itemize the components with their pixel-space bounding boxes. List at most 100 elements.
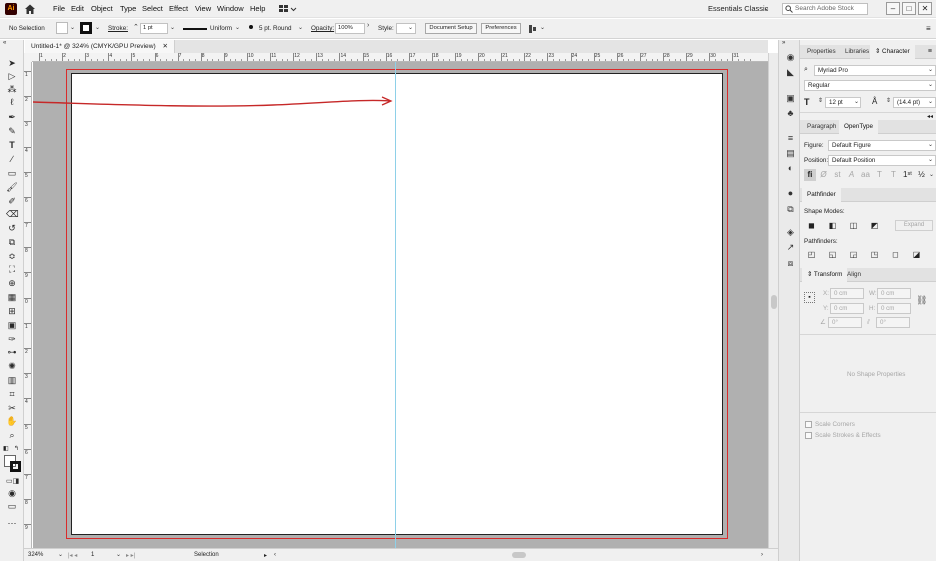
leading-dropdown-icon[interactable]: ⌄ [928, 98, 933, 105]
color-panel-icon[interactable]: ● [785, 188, 796, 199]
stylistic-alternates-icon[interactable]: aa [860, 170, 871, 180]
menu-window[interactable]: Window [217, 4, 244, 13]
zoom-level[interactable]: 324% [28, 552, 43, 558]
arrange-documents-icon[interactable] [279, 4, 297, 14]
crop-icon[interactable]: ◳ [869, 250, 880, 260]
figure-dropdown-icon[interactable]: ⌄ [928, 141, 933, 148]
menu-effect[interactable]: Effect [169, 4, 188, 13]
expand-button[interactable]: Expand [895, 220, 933, 231]
discretionary-ligatures-icon[interactable]: st [832, 170, 843, 180]
outline-icon[interactable]: ◻ [890, 250, 901, 260]
font-size-stepper-icon[interactable]: ⇕ [818, 97, 823, 104]
divide-icon[interactable]: ◰ [806, 250, 817, 260]
stock-search-input[interactable]: Search Adobe Stock [782, 3, 868, 15]
trim-icon[interactable]: ◱ [827, 250, 838, 260]
color-mode-icons[interactable]: ▭◨ [6, 476, 19, 487]
rotate-angle-field[interactable]: 0° [828, 317, 862, 328]
minus-back-icon[interactable]: ◪ [911, 250, 922, 260]
vertical-guide[interactable] [395, 62, 396, 548]
draw-mode-icon[interactable]: ◉ [6, 488, 18, 499]
opacity-field[interactable]: 100% [335, 23, 365, 34]
ordinals-icon[interactable]: 1ˢᵗ [902, 170, 913, 180]
paintbrush-tool-icon[interactable]: 🖌 [6, 182, 18, 193]
screen-mode-icon[interactable]: ▭ [6, 501, 18, 512]
links-icon[interactable]: ⧈ [785, 258, 796, 269]
shear-field[interactable]: 0° [876, 317, 910, 328]
menu-select[interactable]: Select [142, 4, 163, 13]
blend-tool-icon[interactable]: ⊶ [6, 347, 18, 358]
brush-dropdown-icon[interactable]: ⌄ [298, 24, 303, 31]
hand-tool-icon[interactable]: ✋ [6, 416, 18, 427]
next-artboard-icon[interactable]: ▸ ▸| [126, 552, 135, 559]
opentype-more-icon[interactable]: ⌄ [929, 171, 934, 178]
merge-icon[interactable]: ◲ [848, 250, 859, 260]
profile-dropdown-icon[interactable]: ⌄ [235, 24, 240, 31]
close-document-icon[interactable]: ✕ [162, 40, 168, 53]
collapse-panels-icon[interactable]: ◂◂ [927, 113, 933, 120]
arrange-dropdown-icon[interactable]: ⌄ [540, 24, 545, 31]
exclude-icon[interactable]: ◩ [869, 221, 880, 231]
titling-alternates-icon[interactable]: T [874, 170, 885, 180]
rectangle-tool-icon[interactable]: ▭ [6, 168, 18, 179]
selection-tool-icon[interactable]: ➤ [6, 58, 18, 69]
stroke-profile[interactable]: Uniform [210, 25, 232, 32]
width-tool-icon[interactable]: ≎ [6, 251, 18, 262]
font-style-dropdown-icon[interactable]: ⌄ [928, 81, 933, 88]
tab-pathfinder[interactable]: Pathfinder [802, 188, 841, 202]
column-graph-tool-icon[interactable]: ▥ [6, 375, 18, 386]
vertical-scroll-thumb[interactable] [771, 295, 777, 309]
type-tool-icon[interactable]: T [6, 140, 18, 151]
swash-icon[interactable]: A [846, 170, 857, 180]
gradient-panel-icon[interactable]: ▤ [785, 148, 796, 159]
transparency-icon[interactable]: ◐ [785, 163, 796, 174]
scroll-right-icon[interactable]: › [761, 552, 763, 558]
stroke-weight-dropdown-icon[interactable]: ⌄ [170, 24, 175, 31]
workspace-switcher[interactable]: Essentials Classic [708, 4, 768, 13]
zoom-tool-icon[interactable]: ⌕ [6, 430, 18, 441]
toolbar-collapse-icon[interactable]: « [3, 40, 6, 46]
unite-icon[interactable]: ◼ [806, 221, 817, 231]
home-icon[interactable] [24, 3, 36, 15]
curvature-tool-icon[interactable]: ✎ [6, 126, 18, 137]
menu-view[interactable]: View [195, 4, 211, 13]
eyedropper-tool-icon[interactable]: ✑ [6, 334, 18, 345]
font-size-dropdown-icon[interactable]: ⌄ [854, 98, 859, 105]
fractions-icon[interactable]: ½ [916, 170, 927, 180]
pen-tool-icon[interactable]: ✒ [6, 112, 18, 123]
x-field[interactable]: 0 cm [830, 288, 864, 299]
zoom-dropdown-icon[interactable]: ⌄ [58, 551, 63, 558]
maximize-button[interactable]: □ [902, 2, 916, 15]
lasso-tool-icon[interactable]: ℓ [6, 97, 18, 108]
y-field[interactable]: 0 cm [830, 303, 864, 314]
leading-stepper-icon[interactable]: ⇕ [886, 97, 891, 104]
eraser-tool-icon[interactable]: ⌫ [6, 209, 19, 220]
close-button[interactable]: ✕ [918, 2, 932, 15]
perspective-grid-tool-icon[interactable]: ▦ [6, 292, 18, 303]
stroke-label[interactable]: Stroke: [108, 25, 128, 32]
free-transform-tool-icon[interactable]: ⛶ [6, 264, 18, 275]
layers-icon[interactable]: ◈ [785, 227, 796, 238]
tab-character[interactable]: ⇕ Character [870, 45, 915, 59]
stroke-stepper-icon[interactable]: ⌃ [133, 23, 139, 31]
scroll-left-icon[interactable]: ‹ [274, 552, 276, 558]
titling-icon[interactable]: T [888, 170, 899, 180]
tab-align[interactable]: Align [842, 268, 866, 282]
artboard-tool-icon[interactable]: ⌗ [6, 389, 18, 400]
stroke-swatch[interactable] [80, 22, 92, 34]
font-family-field[interactable]: Myriad Pro [814, 65, 936, 76]
default-colors-icon[interactable]: ◧ [3, 445, 9, 452]
stroke-color-swatch[interactable] [10, 461, 21, 472]
scale-corners-checkbox[interactable] [805, 421, 812, 428]
vertical-ruler[interactable]: 1 2 3 4 5 6 7 8 9 0 1 2 3 4 5 6 7 8 9 [24, 62, 32, 548]
character-panel-menu-icon[interactable]: ≡ [928, 48, 932, 55]
position-select[interactable]: Default Position [828, 155, 936, 166]
scale-tool-icon[interactable]: ⧉ [6, 237, 18, 248]
menu-object[interactable]: Object [91, 4, 113, 13]
red-arrow-stroke[interactable] [33, 94, 403, 110]
symbols-icon[interactable]: ♣ [785, 108, 796, 119]
brushes-icon[interactable]: ◣ [785, 67, 796, 78]
menu-type[interactable]: Type [120, 4, 136, 13]
tab-opentype[interactable]: OpenType [839, 120, 879, 134]
scale-strokes-checkbox[interactable] [805, 432, 812, 439]
horizontal-ruler[interactable]: 1 2 3 4 5 6 7 8 9 10 11 12 13 14 15 16 17 18 19 20 21 22 23 24 2… [32, 53, 768, 62]
